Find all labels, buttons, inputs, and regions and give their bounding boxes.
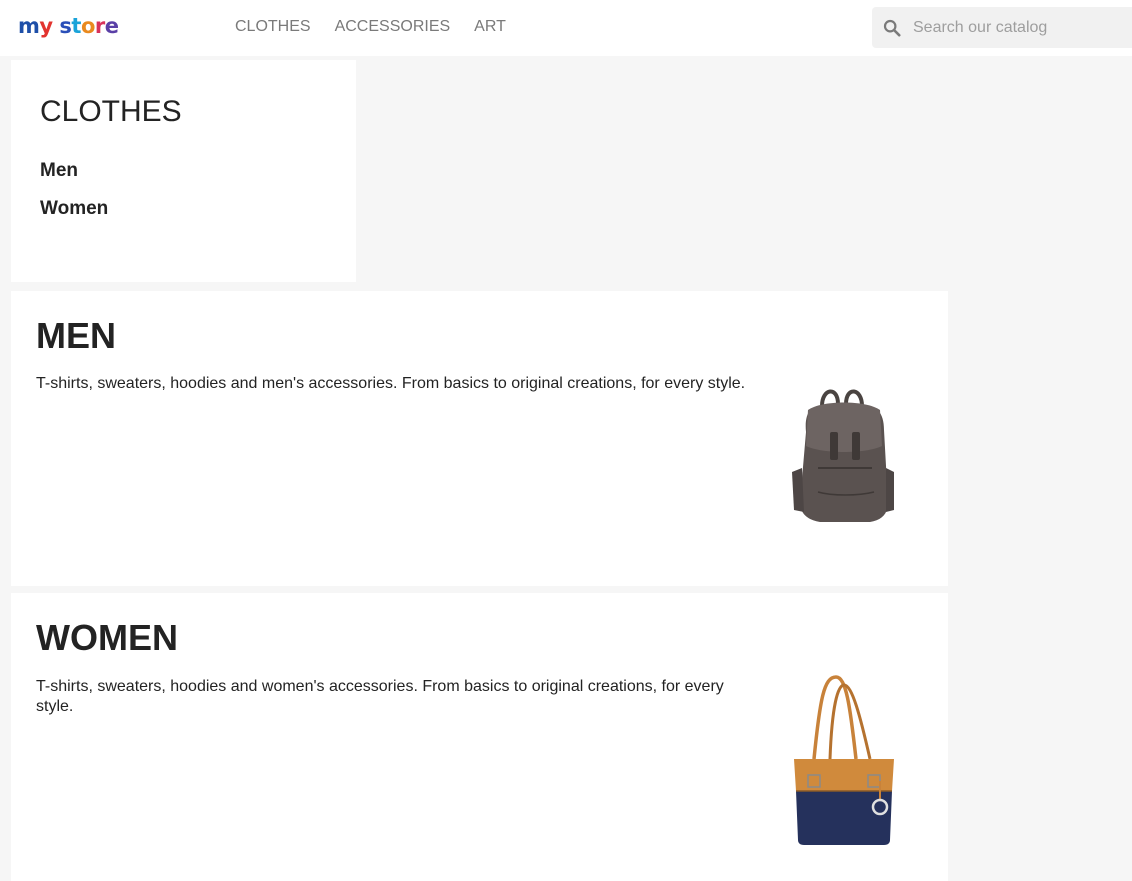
category-tree-link-men[interactable]: Men (40, 159, 78, 183)
store-logo[interactable]: my store (18, 12, 119, 40)
search-icon[interactable] (883, 19, 901, 37)
category-tree-panel: CLOTHES Men Women (11, 60, 356, 282)
backpack-image (792, 389, 894, 522)
nav-accessories[interactable]: ACCESSORIES (335, 17, 451, 37)
category-description-men: T-shirts, sweaters, hoodies and men's ac… (36, 375, 746, 392)
category-title-men: MEN (36, 315, 116, 356)
search-input[interactable] (911, 17, 1125, 38)
category-description-women: T-shirts, sweaters, hoodies and women's … (36, 678, 724, 715)
category-tree-title[interactable]: CLOTHES (40, 94, 182, 130)
category-tree-link-women[interactable]: Women (40, 197, 108, 221)
handbag-image (794, 675, 894, 845)
site-header: my store CLOTHES ACCESSORIES ART (0, 0, 1132, 56)
nav-clothes[interactable]: CLOTHES (235, 17, 311, 37)
nav-art[interactable]: ART (474, 17, 506, 37)
category-title-women: WOMEN (36, 617, 178, 658)
search-box (872, 7, 1132, 48)
main-nav: CLOTHES ACCESSORIES ART (235, 17, 506, 37)
category-block-men: MEN T-shirts, sweaters, hoodies and men'… (11, 291, 948, 586)
category-block-women: WOMEN T-shirts, sweaters, hoodies and wo… (11, 593, 948, 881)
